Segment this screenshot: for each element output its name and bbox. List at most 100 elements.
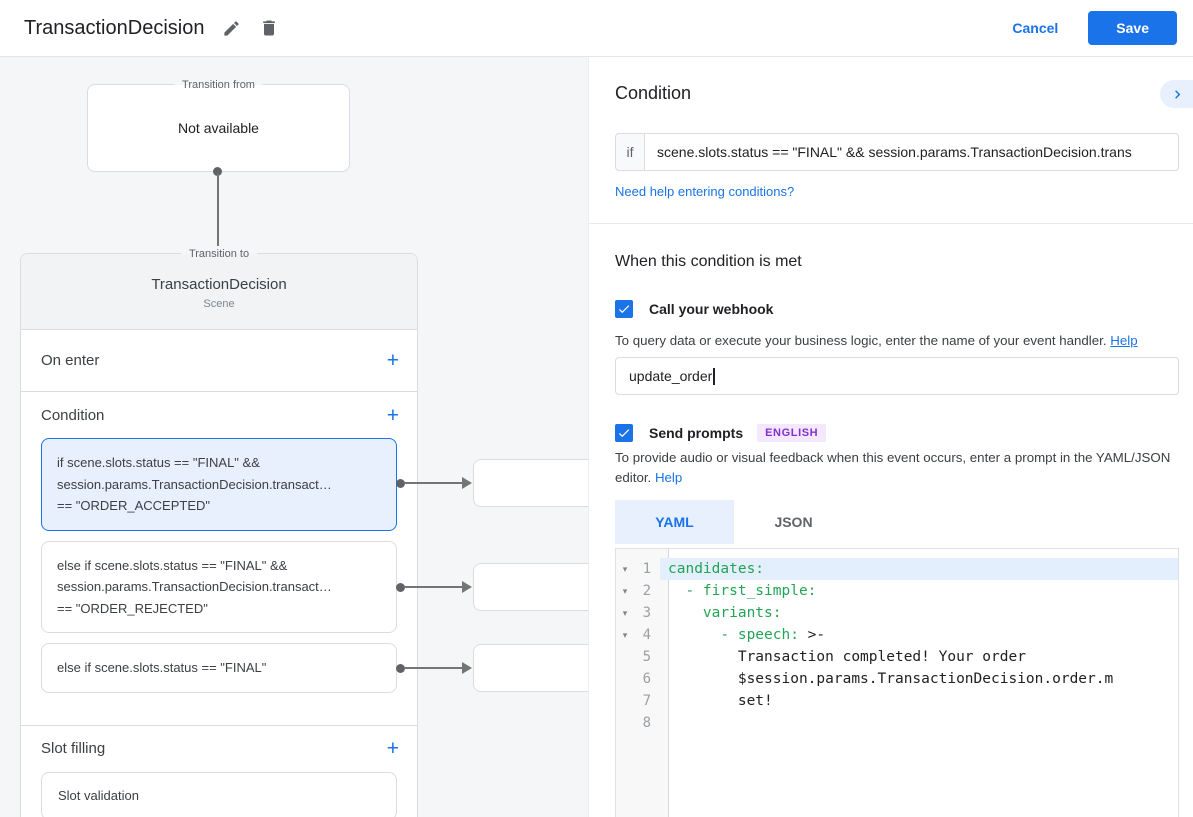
code-text[interactable]: $session.params.TransactionDecision.orde… (660, 668, 1178, 690)
connector-arrow-icon (462, 662, 472, 674)
check-icon (617, 426, 631, 440)
editor-tabs: YAMLJSON (615, 500, 853, 544)
transition-target-box[interactable] (473, 459, 588, 507)
connector-line (404, 667, 463, 669)
trash-icon (259, 18, 279, 38)
condition-text: if scene.slots.status == "FINAL" && (57, 452, 381, 474)
fold-arrow-icon[interactable]: ▾ (616, 602, 634, 624)
line-number: 2 (634, 580, 660, 602)
prompts-description: To provide audio or visual feedback when… (615, 448, 1181, 488)
condition-expression-input[interactable] (645, 133, 1179, 171)
condition-input-row: if (615, 133, 1179, 171)
call-webhook-row: Call your webhook (615, 300, 773, 318)
add-slot-button[interactable]: + (387, 738, 399, 759)
editor-line: 5 Transaction completed! Your order (616, 646, 1178, 668)
flow-canvas: Transition from Not available Transition… (0, 57, 588, 817)
prompts-help-link[interactable]: Help (655, 470, 682, 485)
text-cursor (713, 368, 715, 385)
condition-section-label: Condition (41, 407, 104, 424)
add-on-enter-button[interactable]: + (387, 350, 399, 371)
when-condition-met-heading: When this condition is met (615, 253, 802, 271)
transition-to-legend: Transition to (181, 246, 257, 262)
editor-line: ▾4 - speech: >- (616, 624, 1178, 646)
yaml-code-editor[interactable]: ▾1candidates:▾2 - first_simple:▾3 varian… (615, 548, 1179, 817)
chevron-right-icon (1169, 86, 1186, 103)
scene-card-header[interactable]: TransactionDecision Scene (21, 254, 417, 330)
fold-gutter (616, 668, 634, 690)
transition-target-box[interactable] (473, 563, 588, 611)
condition-detail-panel: Condition if Need help entering conditio… (588, 57, 1193, 817)
connector-line (404, 586, 463, 588)
fold-gutter (616, 646, 634, 668)
editor-line: 8 (616, 712, 1178, 734)
webhook-help-link[interactable]: Help (1110, 333, 1137, 348)
save-button[interactable]: Save (1088, 11, 1177, 45)
code-text[interactable]: Transaction completed! Your order (660, 646, 1178, 668)
line-number: 6 (634, 668, 660, 690)
condition-help-link[interactable]: Need help entering conditions? (615, 184, 794, 199)
on-enter-label: On enter (41, 352, 99, 369)
panel-title: Condition (615, 83, 691, 104)
connector-arrow-icon (462, 477, 472, 489)
line-number: 5 (634, 646, 660, 668)
send-prompts-checkbox[interactable] (615, 424, 633, 442)
connector-arrow-icon (462, 581, 472, 593)
if-prefix-label: if (615, 133, 645, 171)
condition-text: == "ORDER_REJECTED" (57, 598, 381, 620)
editor-lines: ▾1candidates:▾2 - first_simple:▾3 varian… (616, 558, 1178, 734)
condition-cards: if scene.slots.status == "FINAL" &&sessi… (21, 438, 417, 693)
delete-button[interactable] (259, 18, 279, 38)
flow-arrow-line (217, 174, 219, 246)
call-webhook-checkbox[interactable] (615, 300, 633, 318)
add-condition-button[interactable]: + (387, 405, 399, 426)
condition-card[interactable]: if scene.slots.status == "FINAL" &&sessi… (41, 438, 397, 531)
condition-card[interactable]: else if scene.slots.status == "FINAL" (41, 643, 397, 693)
fold-gutter (616, 712, 634, 734)
webhook-handler-value: update_order (629, 368, 712, 384)
code-text[interactable]: - first_simple: (660, 580, 1178, 602)
condition-text: session.params.TransactionDecision.trans… (57, 474, 381, 496)
pencil-icon (222, 19, 241, 38)
tab-json[interactable]: JSON (734, 500, 853, 544)
transition-target-box[interactable] (473, 644, 588, 692)
condition-section: Condition + if scene.slots.status == "FI… (21, 392, 417, 726)
collapse-panel-button[interactable] (1160, 80, 1193, 108)
cancel-button[interactable]: Cancel (994, 11, 1076, 45)
webhook-handler-input[interactable]: update_order (615, 357, 1179, 395)
slot-validation-card[interactable]: Slot validation (41, 772, 397, 817)
check-icon (617, 302, 631, 316)
slot-filling-label: Slot filling (41, 740, 105, 757)
transition-from-box[interactable]: Transition from Not available (87, 84, 350, 172)
fold-arrow-icon[interactable]: ▾ (616, 580, 634, 602)
top-bar: TransactionDecision Cancel Save (0, 0, 1193, 57)
scene-editor: TransactionDecision Cancel Save Transiti… (0, 0, 1193, 817)
transition-from-legend: Transition from (174, 77, 263, 93)
line-number: 1 (634, 558, 660, 580)
transition-from-value: Not available (178, 120, 259, 136)
edit-button[interactable] (222, 19, 241, 38)
fold-gutter (616, 690, 634, 712)
code-text[interactable]: candidates: (660, 558, 1178, 580)
code-text[interactable]: - speech: >- (660, 624, 1178, 646)
slot-cards: Slot validation (21, 772, 417, 817)
code-text[interactable] (660, 712, 1178, 734)
condition-text: == "ORDER_ACCEPTED" (57, 495, 381, 517)
code-text[interactable]: variants: (660, 602, 1178, 624)
panel-divider (589, 223, 1193, 224)
editor-line: ▾3 variants: (616, 602, 1178, 624)
call-webhook-label: Call your webhook (649, 301, 773, 317)
line-number: 3 (634, 602, 660, 624)
line-number: 8 (634, 712, 660, 734)
condition-card[interactable]: else if scene.slots.status == "FINAL" &&… (41, 541, 397, 634)
editor-line: ▾2 - first_simple: (616, 580, 1178, 602)
page-title: TransactionDecision (24, 17, 204, 40)
code-text[interactable]: set! (660, 690, 1178, 712)
condition-text: else if scene.slots.status == "FINAL" && (57, 555, 381, 577)
connector-line (404, 482, 463, 484)
fold-arrow-icon[interactable]: ▾ (616, 558, 634, 580)
language-badge: ENGLISH (757, 424, 826, 442)
transition-to-card: Transition to TransactionDecision Scene … (20, 253, 418, 817)
tab-yaml[interactable]: YAML (615, 500, 734, 544)
scene-type-label: Scene (21, 298, 417, 310)
fold-arrow-icon[interactable]: ▾ (616, 624, 634, 646)
